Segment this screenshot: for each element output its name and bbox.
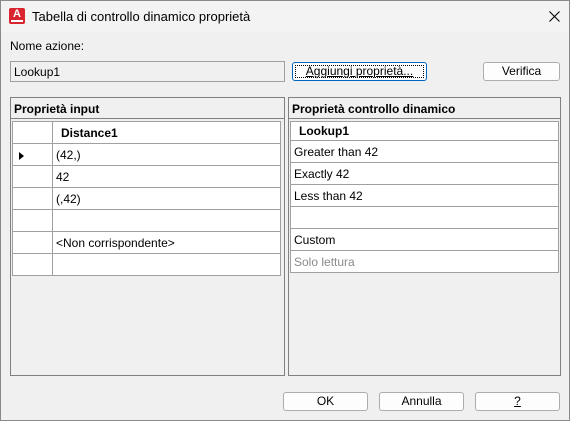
table-row[interactable]: Less than 42 xyxy=(290,184,559,207)
cancel-button[interactable]: Annulla xyxy=(379,392,464,411)
table-cell[interactable] xyxy=(52,253,281,276)
verify-button[interactable]: Verifica xyxy=(483,62,560,81)
window-title: Tabella di controllo dinamico proprietà xyxy=(32,9,251,24)
table-cell[interactable]: Exactly 42 xyxy=(290,162,559,185)
input-properties-grid[interactable]: Distance1 (42,) 42 (,42) <Non corrispond… xyxy=(12,121,283,374)
close-button[interactable] xyxy=(539,1,570,32)
readonly-cell: Solo lettura xyxy=(290,250,559,273)
row-selector[interactable] xyxy=(12,187,53,210)
table-row[interactable]: 42 xyxy=(12,165,281,188)
column-header-distance1[interactable]: Distance1 xyxy=(52,121,281,144)
action-name-label: Nome azione: xyxy=(10,39,85,53)
row-selector[interactable] xyxy=(12,231,53,254)
table-row[interactable] xyxy=(12,253,281,276)
help-label: ? xyxy=(514,394,521,408)
row-selector[interactable] xyxy=(12,165,53,188)
verify-label: Verifica xyxy=(501,64,542,78)
table-cell[interactable]: Less than 42 xyxy=(290,184,559,207)
input-panel-header: Proprietà input xyxy=(11,98,284,119)
ok-label: OK xyxy=(316,394,335,408)
action-name-field[interactable] xyxy=(10,61,285,82)
row-selector[interactable] xyxy=(12,253,53,276)
row-selector[interactable] xyxy=(12,209,53,232)
table-cell[interactable] xyxy=(290,206,559,229)
table-row[interactable]: <Non corrispondente> xyxy=(12,231,281,254)
table-row[interactable]: Greater than 42 xyxy=(290,140,559,163)
column-header-lookup1[interactable]: Lookup1 xyxy=(290,121,559,141)
input-table: Distance1 (42,) 42 (,42) <Non corrispond… xyxy=(12,121,281,276)
autocad-icon: A xyxy=(9,8,25,24)
row-selector[interactable] xyxy=(12,143,53,166)
table-cell[interactable]: (42,) xyxy=(52,143,281,166)
lookup-panel-header: Proprietà controllo dinamico xyxy=(289,98,560,119)
help-button[interactable]: ? xyxy=(475,392,560,411)
add-property-button[interactable]: Aggiungi proprietà... xyxy=(292,62,427,81)
cancel-label: Annulla xyxy=(401,394,442,408)
lookup-properties-grid[interactable]: Lookup1 Greater than 42 Exactly 42 Less … xyxy=(290,121,559,374)
table-row[interactable]: (42,) xyxy=(12,143,281,166)
ok-button[interactable]: OK xyxy=(283,392,368,411)
input-properties-panel: Proprietà input Distance1 (42,) 42 (,42) xyxy=(10,97,285,376)
table-cell[interactable]: Custom xyxy=(290,228,559,251)
dialog-window: A Tabella di controllo dinamico propriet… xyxy=(0,0,570,421)
table-row[interactable]: Exactly 42 xyxy=(290,162,559,185)
table-cell[interactable]: (,42) xyxy=(52,187,281,210)
table-row[interactable] xyxy=(12,209,281,232)
title-bar: A Tabella di controllo dinamico propriet… xyxy=(1,1,569,32)
table-cell[interactable] xyxy=(52,209,281,232)
lookup-table: Lookup1 Greater than 42 Exactly 42 Less … xyxy=(290,121,559,273)
table-row[interactable] xyxy=(290,206,559,229)
row-header-corner xyxy=(12,121,53,144)
table-cell[interactable]: 42 xyxy=(52,165,281,188)
row-pointer-icon xyxy=(19,152,24,160)
table-cell[interactable]: <Non corrispondente> xyxy=(52,231,281,254)
table-row[interactable]: (,42) xyxy=(12,187,281,210)
table-row[interactable]: Custom xyxy=(290,228,559,251)
close-icon xyxy=(549,11,560,22)
table-cell[interactable]: Greater than 42 xyxy=(290,140,559,163)
table-row: Solo lettura xyxy=(290,250,559,273)
lookup-properties-panel: Proprietà controllo dinamico Lookup1 Gre… xyxy=(288,97,561,376)
